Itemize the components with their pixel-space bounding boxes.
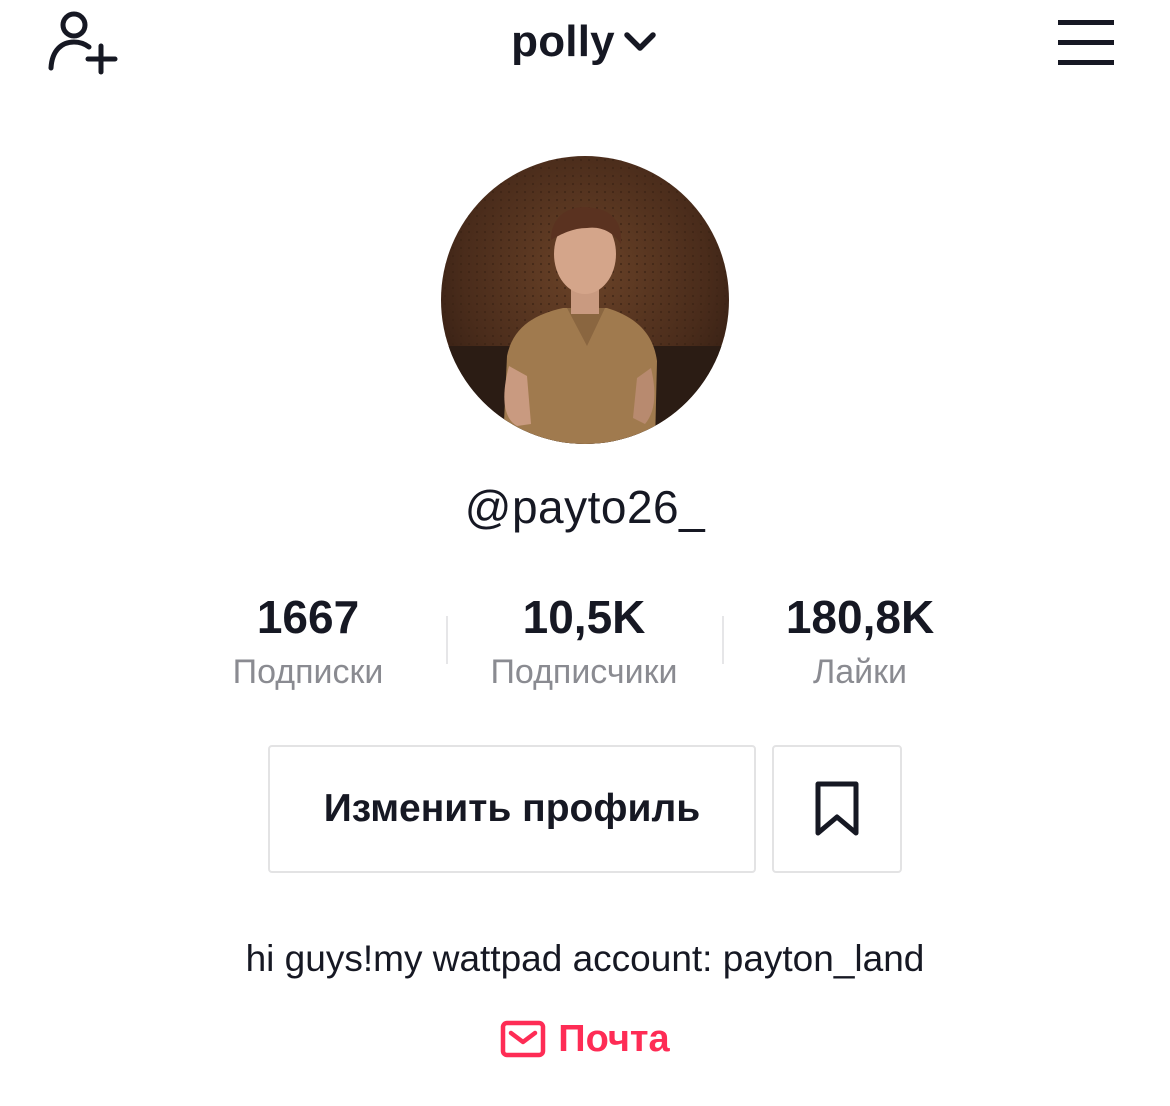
hamburger-menu-icon	[1058, 20, 1114, 65]
bio-text: hi guys!my wattpad account: payton_land	[245, 938, 925, 979]
edit-profile-button[interactable]: Изменить профиль	[268, 745, 756, 873]
email-link[interactable]: Почта	[0, 1014, 1170, 1064]
avatar[interactable]	[441, 156, 729, 444]
stat-followers-label: Подписчики	[490, 653, 678, 691]
stat-likes-label: Лайки	[812, 653, 908, 691]
account-switcher[interactable]: polly	[0, 14, 1170, 70]
chevron-down-icon	[624, 32, 656, 51]
stat-likes-count: 180,8K	[785, 591, 935, 643]
stat-following-label: Подписки	[232, 653, 384, 691]
stat-followers[interactable]: 10,5K Подписчики	[444, 590, 724, 692]
email-label: Почта	[558, 1018, 670, 1060]
favorites-button[interactable]	[772, 745, 902, 873]
stat-likes[interactable]: 180,8K Лайки	[720, 590, 1000, 692]
profile-page: polly @payto26_ 1667 Подписки 10,5K Подп…	[0, 0, 1170, 1106]
stat-following-count: 1667	[256, 591, 360, 643]
page-title: polly	[511, 17, 615, 66]
menu-button[interactable]	[1054, 18, 1118, 68]
profile-photo	[441, 156, 729, 444]
bookmark-icon	[815, 781, 859, 836]
username: @payto26_	[464, 481, 706, 533]
mail-icon	[501, 1020, 546, 1058]
edit-profile-label: Изменить профиль	[323, 787, 701, 830]
stat-following[interactable]: 1667 Подписки	[168, 590, 448, 692]
stat-followers-count: 10,5K	[522, 591, 646, 643]
